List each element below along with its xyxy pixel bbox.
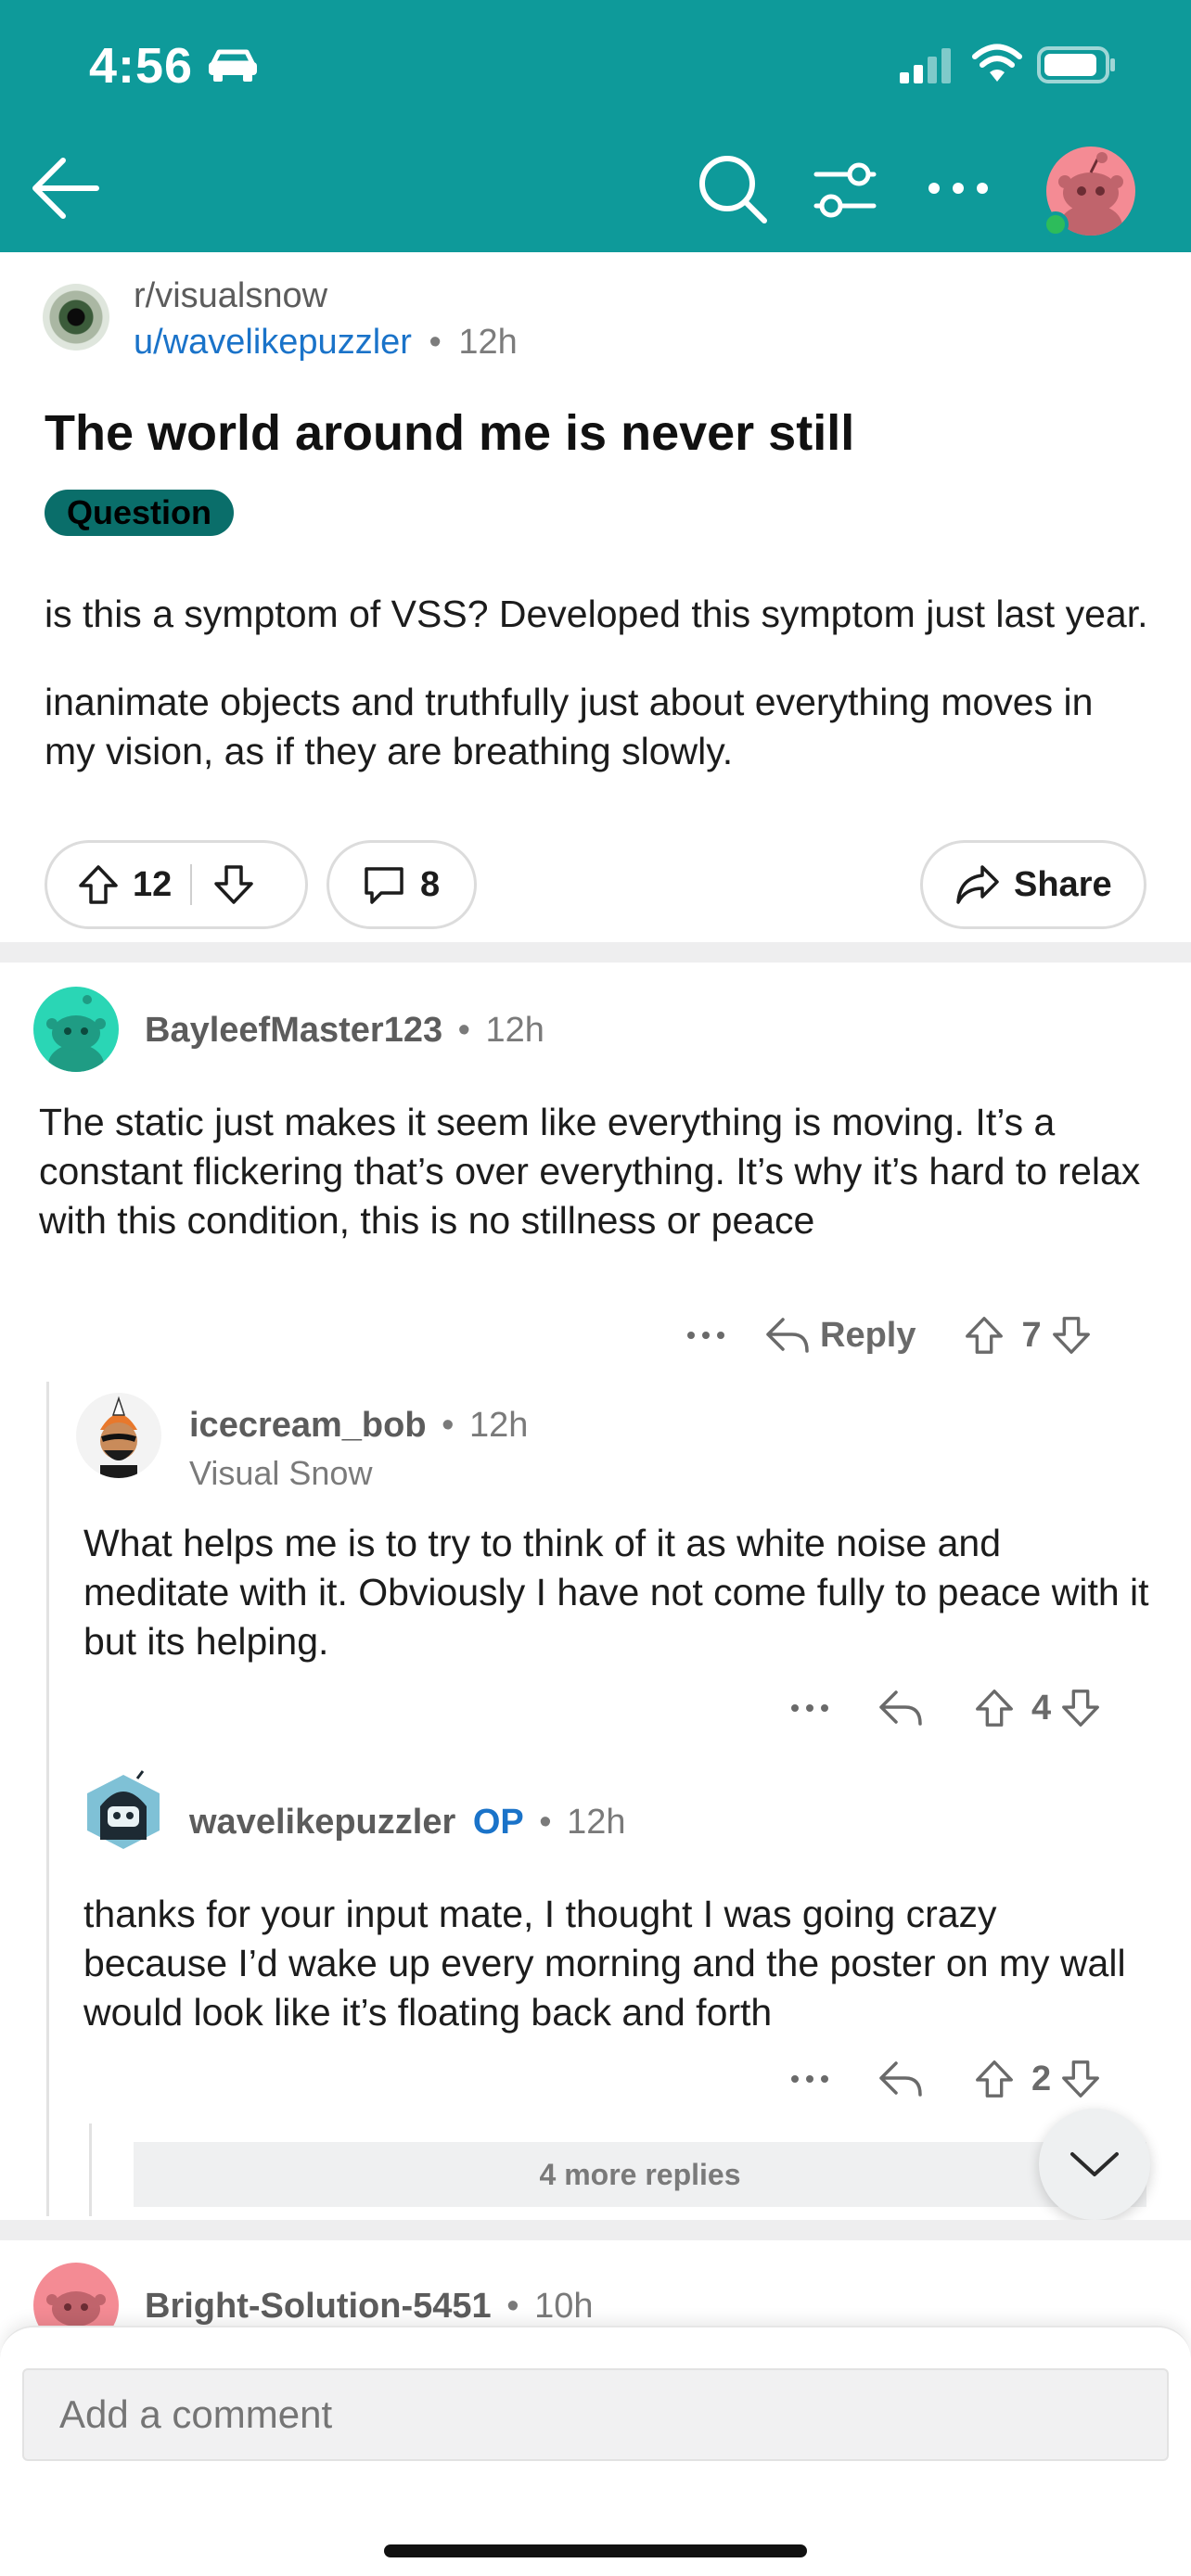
post-vote-control: 12 xyxy=(45,840,308,929)
chevron-down-icon xyxy=(1070,2152,1119,2176)
comment-age: 12h xyxy=(485,1011,544,1050)
comment-meta: Bright-Solution-5451 • 10h xyxy=(145,2287,594,2327)
car-icon xyxy=(209,49,257,82)
search-icon[interactable] xyxy=(698,154,768,224)
next-comment-button[interactable] xyxy=(1039,2109,1150,2220)
commenter-avatar[interactable] xyxy=(82,1769,165,1853)
comment-age: 10h xyxy=(534,2287,594,2326)
battery-icon xyxy=(1037,46,1115,83)
downvote-icon[interactable] xyxy=(211,861,257,908)
reply-label[interactable]: Reply xyxy=(820,1316,916,1356)
comments-button[interactable]: 8 xyxy=(327,840,477,929)
comment-author[interactable]: BayleefMaster123 xyxy=(145,1011,442,1050)
post-paragraph: is this a symptom of VSS? Developed this… xyxy=(45,593,1148,635)
comment-age: 12h xyxy=(567,1803,626,1842)
post-vote-count: 12 xyxy=(133,864,173,904)
comment-author[interactable]: Bright-Solution-5451 xyxy=(145,2287,492,2326)
comment-body: What helps me is to try to think of it a… xyxy=(83,1522,1149,1663)
snoo-avatar-icon xyxy=(46,995,106,1072)
comment-bubble-icon xyxy=(365,867,403,904)
reply-icon[interactable] xyxy=(764,1316,811,1355)
comment-meta: icecream_bob • 12h xyxy=(189,1406,528,1446)
downvote-icon[interactable] xyxy=(1049,1313,1094,1358)
reply-icon[interactable] xyxy=(877,2060,924,2098)
post-author[interactable]: u/wavelikepuzzler xyxy=(134,323,412,362)
comment-meta: BayleefMaster123 • 12h xyxy=(145,1011,544,1051)
comment-age: 12h xyxy=(469,1406,529,1445)
post-body: is this a symptom of VSS? Developed this… xyxy=(45,590,1148,815)
comment-body: thanks for your input mate, I thought I … xyxy=(83,1893,1126,2034)
hooded-avatar-icon xyxy=(87,1770,160,1849)
comment-author[interactable]: wavelikepuzzler xyxy=(189,1803,455,1842)
more-options-icon[interactable] xyxy=(790,1703,829,1713)
more-options-icon[interactable] xyxy=(790,2074,829,2084)
comments-count: 8 xyxy=(420,864,441,904)
post-age: 12h xyxy=(458,323,518,362)
app-header: 4:56 xyxy=(0,0,1191,252)
meta-separator: • xyxy=(429,323,442,362)
home-indicator[interactable] xyxy=(384,2544,807,2557)
section-divider xyxy=(0,942,1191,963)
post-title: The world around me is never still xyxy=(45,405,855,461)
share-button[interactable]: Share xyxy=(920,840,1146,929)
more-options-icon[interactable] xyxy=(686,1331,725,1340)
comment-actions: 2 xyxy=(790,2051,1103,2107)
comment-vote-count: 7 xyxy=(1021,1315,1042,1355)
meta-separator: • xyxy=(442,1406,455,1445)
comment-actions: 4 xyxy=(790,1680,1103,1736)
downvote-icon[interactable] xyxy=(1058,2057,1103,2101)
op-badge: OP xyxy=(472,1803,524,1842)
subreddit-avatar[interactable] xyxy=(43,284,109,351)
comment-composer-bar xyxy=(0,2326,1191,2576)
back-arrow-icon[interactable] xyxy=(32,156,100,221)
comment-body: The static just makes it seem like every… xyxy=(39,1101,1141,1242)
upvote-icon[interactable] xyxy=(972,1686,1017,1730)
share-arrow-icon xyxy=(956,865,999,904)
thread-line[interactable] xyxy=(46,1382,49,2216)
comment-author[interactable]: icecream_bob xyxy=(189,1406,427,1445)
user-flair: Visual Snow xyxy=(189,1454,373,1492)
upvote-icon[interactable] xyxy=(962,1313,1006,1358)
post-flair[interactable]: Question xyxy=(45,490,235,536)
post-paragraph: inanimate objects and truthfully just ab… xyxy=(45,681,1094,772)
status-time: 4:56 xyxy=(89,38,194,94)
meta-separator: • xyxy=(506,2287,519,2326)
add-comment-input[interactable] xyxy=(22,2368,1169,2461)
comment-vote-count: 2 xyxy=(1031,2059,1052,2098)
more-replies-button[interactable]: 4 more replies xyxy=(134,2142,1146,2207)
post-meta: u/wavelikepuzzler • 12h xyxy=(134,323,518,363)
cartoon-avatar-icon xyxy=(100,1396,137,1478)
comment-actions: Reply 7 xyxy=(686,1307,1094,1363)
subreddit-name[interactable]: r/visualsnow xyxy=(134,276,327,316)
share-label: Share xyxy=(1014,864,1112,904)
thread-line[interactable] xyxy=(89,2123,92,2216)
upvote-icon[interactable] xyxy=(972,2057,1017,2101)
online-status-dot xyxy=(1043,211,1069,237)
section-divider xyxy=(0,2220,1191,2240)
reply-icon[interactable] xyxy=(877,1689,924,1728)
meta-separator: • xyxy=(539,1803,552,1842)
commenter-avatar[interactable] xyxy=(33,987,119,1072)
comment-vote-count: 4 xyxy=(1031,1688,1052,1728)
divider xyxy=(190,864,193,905)
downvote-icon[interactable] xyxy=(1058,1686,1103,1730)
filter-sliders-icon[interactable] xyxy=(813,161,877,219)
signal-strength-icon xyxy=(900,48,951,83)
comment-meta: wavelikepuzzler OP • 12h xyxy=(189,1803,626,1843)
more-options-icon[interactable] xyxy=(928,182,989,195)
meta-separator: • xyxy=(457,1011,470,1050)
upvote-icon[interactable] xyxy=(75,861,122,908)
commenter-avatar[interactable] xyxy=(76,1393,161,1478)
wifi-icon xyxy=(972,44,1022,82)
